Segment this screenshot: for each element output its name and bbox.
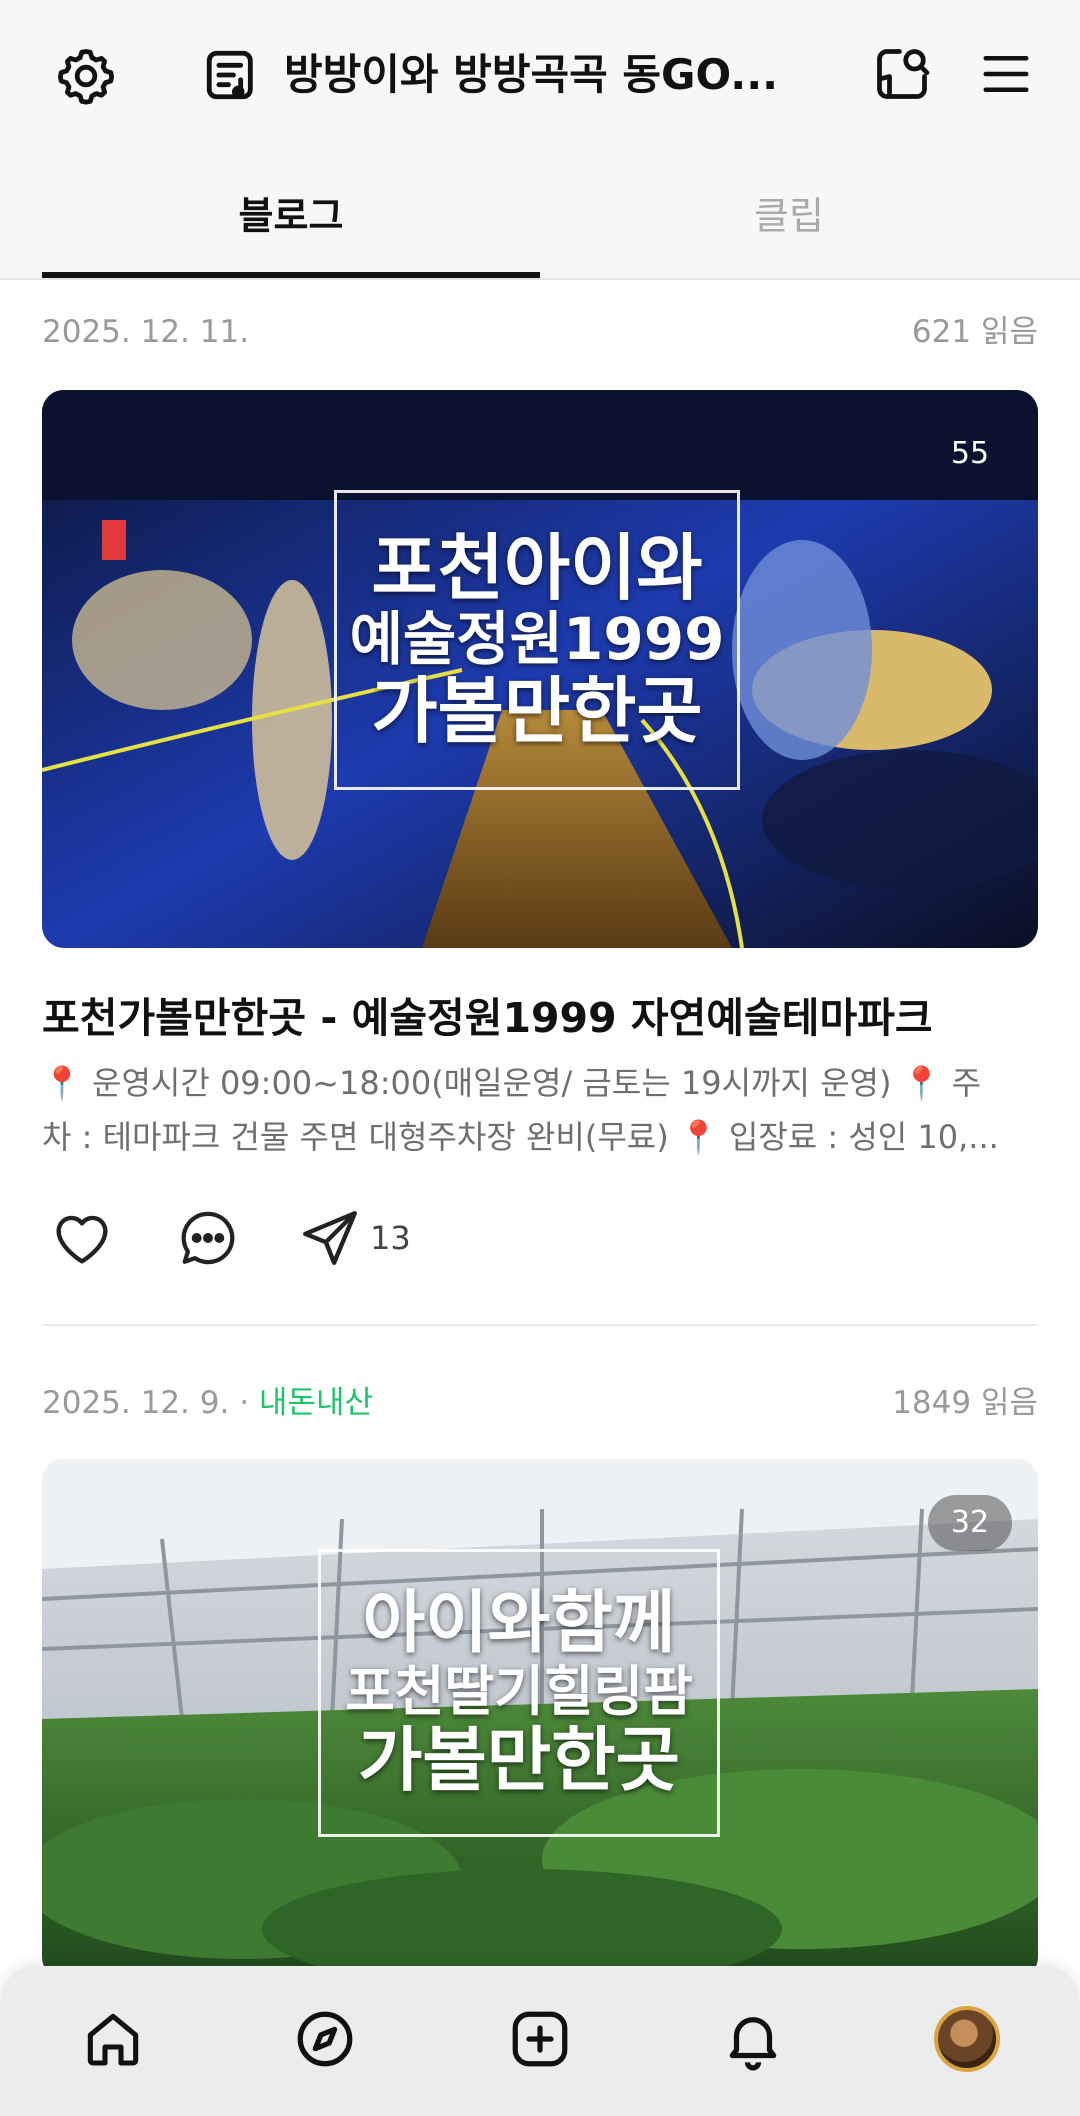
tab-blog[interactable]: 블로그: [42, 170, 540, 274]
thumbnail-caption-box: 아이와함께 포천딸기힐링팜 가볼만한곳: [318, 1549, 720, 1837]
compass-icon[interactable]: [282, 1996, 368, 2082]
post-meta: 2025. 12. 11. 621 읽음: [42, 306, 1038, 358]
post-date-line: 2025. 12. 9. · 내돈내산: [42, 1377, 373, 1429]
add-post-icon[interactable]: [497, 1996, 583, 2082]
post-excerpt[interactable]: 📍 운영시간 09:00~18:00(매일운영/ 금토는 19시까지 운영) 📍…: [42, 1056, 1038, 1164]
caption-line: 가볼만한곳: [371, 668, 703, 753]
image-count-badge: 32: [928, 1495, 1012, 1551]
tab-divider: [0, 278, 1080, 280]
gear-icon[interactable]: [46, 36, 126, 116]
search-icon[interactable]: [862, 34, 942, 114]
tab-bar: 블로그 클립: [0, 170, 1080, 280]
heart-icon[interactable]: [42, 1198, 122, 1278]
read-count: 621 읽음: [911, 314, 1038, 350]
home-icon[interactable]: [70, 1996, 156, 2082]
post-actions: 13: [42, 1198, 1038, 1278]
bottom-navigation: [0, 1966, 1080, 2116]
image-count-badge: 55: [950, 436, 990, 471]
tab-clip[interactable]: 클립: [540, 170, 1038, 274]
post-date: 2025. 12. 9.: [42, 1385, 230, 1421]
avatar: [934, 2006, 1000, 2072]
excerpt-line: 차 : 테마파크 건물 주면 대형주차장 완비(무료) 📍 입장료 : 성인 1…: [42, 1118, 999, 1156]
blog-document-icon: [196, 40, 266, 110]
profile-avatar[interactable]: [924, 1996, 1010, 2082]
post-date: 2025. 12. 11.: [42, 314, 250, 350]
post-divider: [42, 1324, 1038, 1326]
menu-icon[interactable]: [966, 34, 1046, 114]
post-category[interactable]: 내돈내산: [259, 1385, 373, 1421]
share-count: 13: [370, 1219, 411, 1257]
post-meta: 2025. 12. 9. · 내돈내산 1849 읽음: [42, 1377, 1038, 1429]
bell-icon[interactable]: [710, 1996, 796, 2082]
thumbnail-caption-box: 포천아이와 예술정원1999 가볼만한곳: [334, 490, 740, 790]
caption-line: 아이와함께: [362, 1584, 676, 1664]
post-title[interactable]: 포천가볼만한곳 - 예술정원1999 자연예술테마파크: [42, 986, 1042, 1050]
caption-line: 포천아이와: [371, 525, 703, 610]
comment-icon[interactable]: [168, 1198, 248, 1278]
read-count: 1849 읽음: [892, 1385, 1038, 1421]
post-card: 2025. 12. 11. 621 읽음 55 포천아이와 예술정원1999 가…: [42, 306, 1038, 1326]
post-thumbnail[interactable]: 32 아이와함께 포천딸기힐링팜 가볼만한곳: [42, 1459, 1038, 1979]
share-icon[interactable]: [290, 1198, 370, 1278]
caption-line: 가볼만한곳: [358, 1718, 680, 1801]
caption-line: 포천딸기힐링팜: [345, 1660, 693, 1724]
app-header: 방방이와 방방곡곡 동GO... 블로그 클립: [0, 0, 1080, 280]
blog-title[interactable]: 방방이와 방방곡곡 동GO...: [284, 42, 784, 108]
meta-separator: ·: [229, 1385, 259, 1421]
caption-line: 예술정원1999: [349, 605, 725, 674]
post-thumbnail[interactable]: 55 포천아이와 예술정원1999 가볼만한곳: [42, 390, 1038, 948]
post-card: 2025. 12. 9. · 내돈내산 1849 읽음 32 아이와함께 포천딸…: [42, 1377, 1038, 1979]
excerpt-line: 📍 운영시간 09:00~18:00(매일운영/ 금토는 19시까지 운영) 📍…: [42, 1064, 982, 1102]
